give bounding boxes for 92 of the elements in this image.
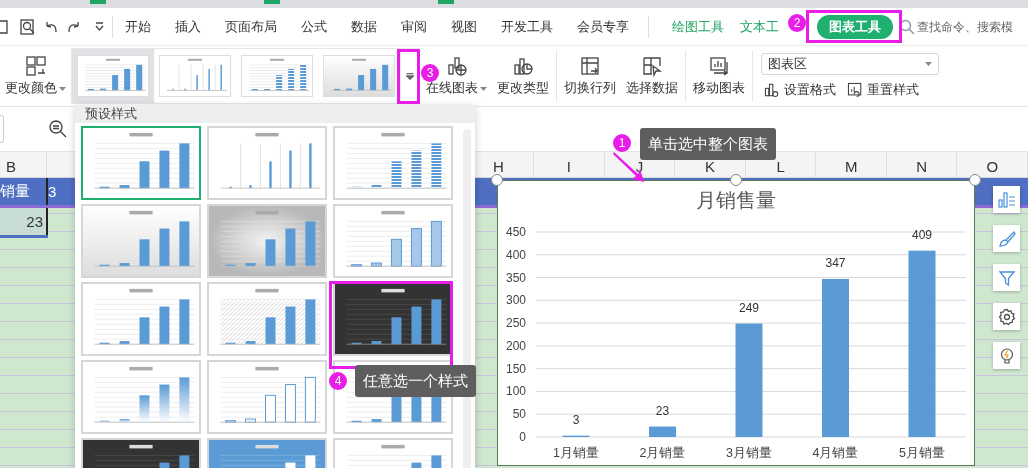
settings-icon[interactable] [993, 303, 1020, 330]
select-data-button[interactable]: 选择数据 [621, 46, 683, 106]
caret-icon [59, 86, 66, 91]
highlight-frame [397, 49, 420, 104]
chart-style-thumbnail[interactable] [81, 282, 201, 356]
axis-label: 300 [505, 293, 526, 308]
chart-move-icon [708, 55, 730, 77]
column-header[interactable]: M [816, 152, 887, 177]
name-box[interactable] [0, 115, 4, 143]
chart-area[interactable]: 月销售量 0 50 100 150 200 250 300 350 400 450 3 23 249 347 409 1月销量 2月销量 3月销量 4月销量 5月销量 [497, 180, 975, 466]
menu-tab[interactable]: 开发工具 [489, 14, 565, 39]
chart-pie-icon [512, 55, 534, 77]
redo-icon [68, 20, 80, 33]
chart-style-thumbnail[interactable] [207, 360, 327, 434]
table-cell-text: 3 [48, 182, 58, 202]
caret-icon [480, 86, 487, 91]
axis-label: 250 [505, 316, 526, 331]
change-color-button[interactable]: 更改颜色 [0, 46, 71, 106]
switch-rows-columns-button[interactable]: 切换行列 [559, 46, 621, 106]
column-header[interactable]: B [0, 152, 48, 177]
chart-style-thumbnail[interactable] [81, 126, 201, 200]
chart-element-dropdown[interactable]: 图表区 [761, 53, 939, 75]
reset-style-button[interactable]: 重置样式 [844, 81, 921, 99]
bar[interactable] [735, 323, 763, 437]
chart-title: 月销售量 [696, 189, 776, 211]
data-label: 409 [912, 227, 932, 242]
table-cell: 销量 [0, 178, 48, 205]
data-label: 347 [825, 255, 846, 270]
chart-gear-icon [763, 81, 781, 99]
panel-title: 预设样式 [75, 105, 475, 123]
axis-label: 400 [505, 247, 526, 262]
menu-tab[interactable]: 审阅 [389, 14, 439, 39]
dropdown-icon [95, 22, 104, 31]
data-label: 249 [739, 300, 759, 315]
bar[interactable] [908, 250, 936, 437]
column-header[interactable]: I [534, 152, 605, 177]
caret-icon [405, 72, 414, 80]
column-header[interactable]: N [886, 152, 958, 177]
tooltip: 单击选中整个图表 [640, 128, 776, 160]
menu-tab[interactable]: 数据 [339, 14, 389, 39]
axis-label: 350 [505, 270, 526, 285]
axis-label: 4月销量 [812, 446, 859, 460]
axis-label: 3月销量 [726, 446, 772, 460]
tooltip: 任意选一个样式 [355, 365, 476, 397]
chart-style-thumbnail[interactable] [207, 282, 327, 356]
table-cell: 23 [0, 208, 48, 235]
save-icon [0, 19, 8, 34]
undo-icon [45, 20, 57, 33]
step-number-badge: 1 [613, 134, 631, 152]
axis-label: 5月销量 [899, 446, 945, 460]
move-chart-button[interactable]: 移动图表 [688, 46, 750, 106]
axis-label: 450 [505, 225, 526, 239]
data-label: 3 [572, 412, 580, 427]
axis-label: 0 [519, 430, 526, 444]
step-number-badge: 3 [421, 64, 439, 82]
chart-reset-icon [846, 81, 864, 99]
chart-style-thumbnail[interactable] [207, 126, 327, 200]
chart-style-thumbnail[interactable] [333, 282, 453, 356]
change-type-button[interactable]: 更改类型 [492, 46, 554, 106]
menu-tab[interactable]: 视图 [439, 14, 489, 39]
search-icon [899, 18, 915, 35]
chart-style-thumbnail[interactable] [333, 204, 453, 278]
chart-style-thumbnail[interactable] [81, 204, 201, 278]
chart-style-thumbnail[interactable] [333, 126, 453, 200]
zoom-out-icon[interactable] [48, 119, 68, 139]
brush-icon[interactable] [993, 225, 1020, 252]
menu-tab[interactable]: 插入 [163, 14, 213, 39]
axis-label: 50 [512, 407, 526, 422]
caret-icon [925, 62, 932, 66]
axis-label: 2月销量 [639, 446, 686, 460]
menu-tab[interactable]: 会员专享 [565, 14, 641, 39]
step-number-badge: 2 [788, 14, 806, 32]
data-label: 23 [655, 403, 670, 418]
print-preview-icon [20, 18, 35, 35]
axis-label: 1月销量 [553, 446, 599, 460]
chart-globe-icon [445, 55, 468, 77]
axis-label: 150 [505, 361, 526, 376]
axis-label: 200 [505, 338, 526, 353]
lightbulb-icon[interactable] [993, 342, 1020, 369]
table-cursor-icon [641, 55, 663, 77]
color-grid-icon [24, 55, 47, 77]
chart-elements-icon[interactable] [993, 186, 1020, 213]
chart-style-thumbnail[interactable] [207, 204, 327, 278]
chart-style-thumbnail[interactable] [81, 360, 201, 434]
set-format-button[interactable]: 设置格式 [761, 81, 838, 99]
axis-label: 100 [505, 384, 526, 399]
bar[interactable] [649, 426, 676, 437]
menu-tab[interactable]: 页面布局 [213, 14, 289, 39]
filter-icon[interactable] [993, 264, 1020, 291]
menu-tab[interactable]: 公式 [289, 14, 339, 39]
table-swap-icon [579, 55, 601, 77]
menu-tab[interactable]: 开始 [113, 14, 163, 39]
